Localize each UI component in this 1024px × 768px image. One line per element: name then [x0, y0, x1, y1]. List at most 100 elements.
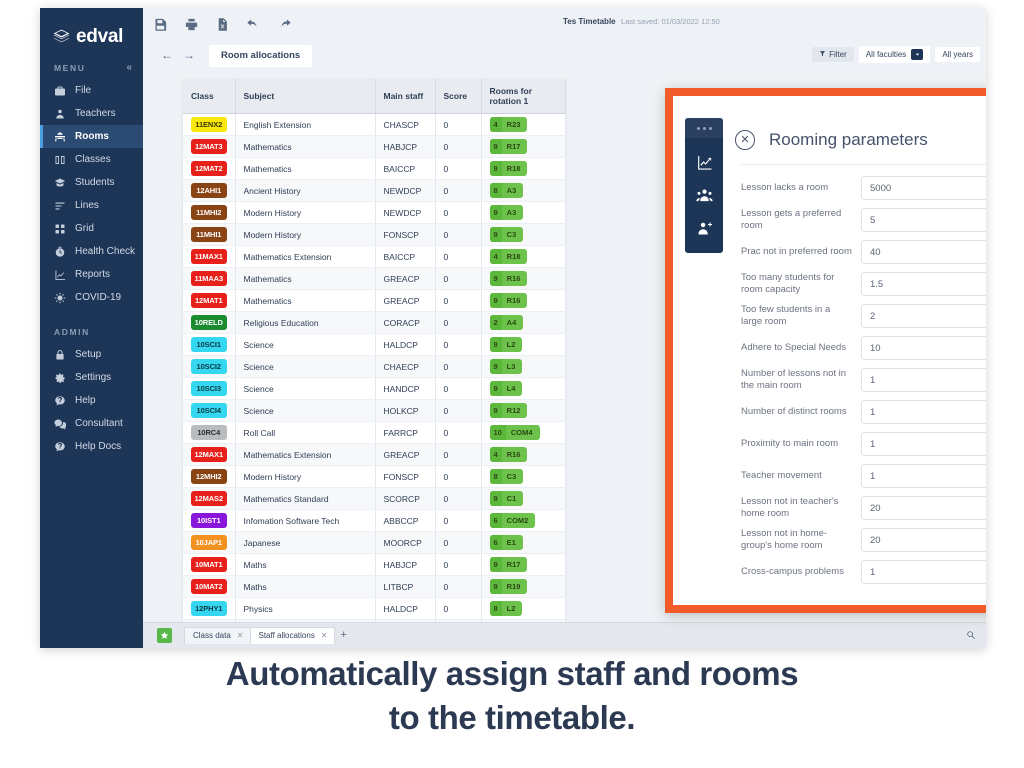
cell-main-staff[interactable]: GREACP — [375, 444, 435, 466]
parameter-input[interactable] — [861, 464, 986, 488]
cell-class[interactable]: 10MAT2 — [183, 576, 235, 598]
cell-main-staff[interactable]: GREACP — [375, 268, 435, 290]
column-header[interactable]: Subject — [235, 79, 375, 114]
table-row[interactable]: 10SCI3ScienceHANDCP09L4 — [183, 378, 565, 400]
close-icon[interactable]: ✕ — [321, 631, 328, 640]
sheet-tab-class-data[interactable]: Class data✕ — [184, 627, 251, 644]
cell-class[interactable]: 10RELD — [183, 312, 235, 334]
room-chip[interactable]: 4R18 — [490, 249, 528, 264]
cell-main-staff[interactable]: HALDCP — [375, 598, 435, 620]
cell-score[interactable]: 0 — [435, 488, 481, 510]
cell-score[interactable]: 0 — [435, 136, 481, 158]
parameter-input[interactable] — [861, 272, 986, 296]
parameter-input[interactable] — [861, 432, 986, 456]
sidebar-item-classes[interactable]: Classes — [40, 148, 143, 171]
sheet-tab-staff-allocations[interactable]: Staff allocations✕ — [250, 627, 335, 644]
cell-rooms[interactable]: 9A3 — [481, 202, 565, 224]
cell-score[interactable]: 0 — [435, 312, 481, 334]
room-chip[interactable]: 9R17 — [490, 557, 528, 572]
room-chip[interactable]: 9R16 — [490, 271, 528, 286]
cell-subject[interactable]: Mathematics Extension — [235, 444, 375, 466]
cell-main-staff[interactable]: FONSCP — [375, 466, 435, 488]
table-row[interactable]: 12AHI1Ancient HistoryNEWDCP08A3 — [183, 180, 565, 202]
cell-rooms[interactable]: 9L4 — [481, 378, 565, 400]
cell-class[interactable]: 12PHY1 — [183, 598, 235, 620]
cell-main-staff[interactable]: CHASCP — [375, 114, 435, 136]
cell-rooms[interactable]: 9R16 — [481, 290, 565, 312]
chart-line-icon[interactable] — [696, 154, 713, 171]
cell-rooms[interactable]: 8L2 — [481, 598, 565, 620]
cell-main-staff[interactable]: HALDCP — [375, 334, 435, 356]
parameter-input[interactable] — [861, 208, 986, 232]
add-sheet-button[interactable]: + — [334, 627, 354, 644]
column-header[interactable]: Class — [183, 79, 235, 114]
parameter-input[interactable] — [861, 528, 986, 552]
cell-subject[interactable]: English Extension — [235, 114, 375, 136]
cell-class[interactable]: 11MHI1 — [183, 224, 235, 246]
cell-class[interactable]: 11MHI2 — [183, 202, 235, 224]
cell-class[interactable]: 11MAA3 — [183, 268, 235, 290]
cell-rooms[interactable]: 9C1 — [481, 488, 565, 510]
table-row[interactable]: 10RELDReligious EducationCORACP02A4 — [183, 312, 565, 334]
cell-main-staff[interactable]: BAICCP — [375, 246, 435, 268]
cell-subject[interactable]: Infomation Software Tech — [235, 510, 375, 532]
sidebar-item-help[interactable]: Help — [40, 389, 143, 412]
cell-score[interactable]: 0 — [435, 466, 481, 488]
cell-score[interactable]: 0 — [435, 444, 481, 466]
parameter-input[interactable] — [861, 240, 986, 264]
table-row[interactable]: 12MAT3MathematicsHABJCP09R17 — [183, 136, 565, 158]
cell-class[interactable]: 12MAT1 — [183, 290, 235, 312]
cell-main-staff[interactable]: BAICCP — [375, 158, 435, 180]
sidebar-item-setup[interactable]: Setup — [40, 343, 143, 366]
sidebar-item-settings[interactable]: Settings — [40, 366, 143, 389]
parameter-input[interactable] — [861, 560, 986, 584]
room-chip[interactable]: 8A3 — [490, 183, 524, 198]
cell-subject[interactable]: Mathematics Standard — [235, 488, 375, 510]
table-row[interactable]: 12PHY1PhysicsHALDCP08L2 — [183, 598, 565, 620]
cell-rooms[interactable]: 6E1 — [481, 532, 565, 554]
room-chip[interactable]: 10COM4 — [490, 425, 540, 440]
table-row[interactable]: 11MAX1Mathematics ExtensionBAICCP04R18 — [183, 246, 565, 268]
green-grid-icon[interactable] — [157, 628, 172, 643]
parameter-input[interactable] — [861, 368, 986, 392]
filter-button[interactable]: Filter — [812, 47, 854, 62]
export-icon[interactable] — [215, 17, 230, 32]
cell-score[interactable]: 0 — [435, 246, 481, 268]
cell-rooms[interactable]: 9R19 — [481, 576, 565, 598]
cell-score[interactable]: 0 — [435, 356, 481, 378]
room-chip[interactable]: 9L3 — [490, 359, 523, 374]
cell-rooms[interactable]: 4R18 — [481, 246, 565, 268]
sidebar-item-reports[interactable]: Reports — [40, 263, 143, 286]
cell-main-staff[interactable]: CORACP — [375, 312, 435, 334]
cell-subject[interactable]: Modern History — [235, 224, 375, 246]
cell-score[interactable]: 0 — [435, 334, 481, 356]
cell-subject[interactable]: Maths — [235, 554, 375, 576]
cell-rooms[interactable]: 9R12 — [481, 400, 565, 422]
column-header[interactable]: Score — [435, 79, 481, 114]
search-icon[interactable] — [966, 627, 976, 645]
close-icon[interactable]: ✕ — [237, 631, 244, 640]
cell-class[interactable]: 10JAP1 — [183, 532, 235, 554]
room-chip[interactable]: 2A4 — [490, 315, 524, 330]
sidebar-item-grid[interactable]: Grid — [40, 217, 143, 240]
room-chip[interactable]: 9R18 — [490, 161, 528, 176]
room-chip[interactable]: 9A3 — [490, 205, 524, 220]
column-header[interactable]: Rooms for rotation 1 — [481, 79, 565, 114]
cell-class[interactable]: 12MAT2 — [183, 158, 235, 180]
table-row[interactable]: 10JAP1JapaneseMOORCP06E1 — [183, 532, 565, 554]
cell-class[interactable]: 12MHI2 — [183, 466, 235, 488]
cell-score[interactable]: 0 — [435, 510, 481, 532]
cell-subject[interactable]: Mathematics Extension — [235, 246, 375, 268]
cell-rooms[interactable]: 9L3 — [481, 356, 565, 378]
chevron-double-left-icon[interactable]: « — [126, 62, 131, 73]
cell-main-staff[interactable]: HOLKCP — [375, 400, 435, 422]
table-row[interactable]: 10SCI2ScienceCHAECP09L3 — [183, 356, 565, 378]
cell-main-staff[interactable]: NEWDCP — [375, 180, 435, 202]
cell-rooms[interactable]: 6COM2 — [481, 510, 565, 532]
cell-class[interactable]: 10SCI3 — [183, 378, 235, 400]
cell-class[interactable]: 10SCI4 — [183, 400, 235, 422]
room-chip[interactable]: 9R12 — [490, 403, 528, 418]
table-row[interactable]: 12MAT2MathematicsBAICCP09R18 — [183, 158, 565, 180]
cell-subject[interactable]: Roll Call — [235, 422, 375, 444]
sidebar-item-health-check[interactable]: Health Check — [40, 240, 143, 263]
